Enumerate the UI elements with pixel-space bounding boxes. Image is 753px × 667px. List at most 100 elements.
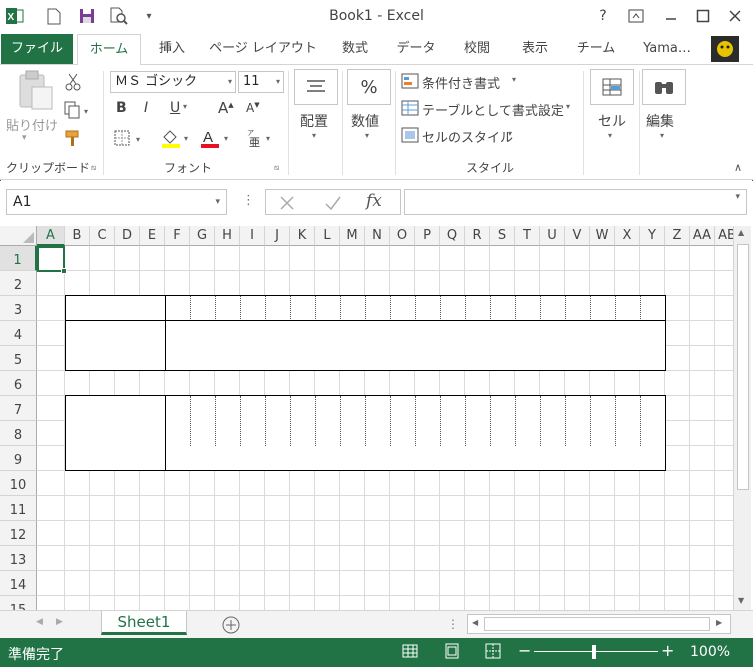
minimize-button[interactable] [660, 6, 682, 26]
column-header-m[interactable]: M [340, 226, 365, 246]
horizontal-scrollbar[interactable]: ◀ ▶ [467, 614, 731, 634]
column-header-s[interactable]: S [490, 226, 515, 246]
column-header-j[interactable]: J [265, 226, 290, 246]
cells-icon[interactable] [590, 69, 634, 105]
fill-color-icon[interactable]: ▾ [160, 127, 192, 152]
enter-icon[interactable] [324, 194, 342, 215]
user-name[interactable]: Yama… [632, 34, 702, 64]
decrease-font-icon[interactable]: A▼ [246, 101, 260, 115]
editing-button[interactable]: 編集 [646, 111, 674, 131]
alignment-dropdown-icon[interactable]: ▾ [312, 131, 316, 140]
tab-home[interactable]: ホーム [77, 34, 141, 65]
font-launcher-icon[interactable]: ⧅ [274, 163, 279, 173]
cell-styles-dropdown-icon[interactable]: ▾ [508, 129, 512, 138]
column-header-n[interactable]: N [365, 226, 390, 246]
binoculars-icon[interactable] [642, 69, 686, 105]
editing-dropdown-icon[interactable]: ▾ [660, 131, 664, 140]
row-header-2[interactable]: 2 [0, 271, 37, 296]
horizontal-scroll-thumb[interactable] [484, 617, 710, 631]
cells-button[interactable]: セル [598, 111, 626, 131]
tab-view[interactable]: 表示 [510, 34, 560, 64]
collapse-ribbon-icon[interactable]: ∧ [734, 161, 742, 174]
scroll-left-icon[interactable]: ◀ [472, 618, 478, 627]
copy-icon[interactable]: ▾ [64, 101, 94, 122]
column-header-e[interactable]: E [140, 226, 165, 246]
row-header-5[interactable]: 5 [0, 346, 37, 371]
row-header-11[interactable]: 11 [0, 496, 37, 521]
phonetic-guide-icon[interactable]: ア亜 ▾ [246, 127, 278, 152]
select-all-button[interactable] [0, 226, 37, 246]
number-dropdown-icon[interactable]: ▾ [365, 131, 369, 140]
cell-styles-icon[interactable] [401, 127, 419, 146]
column-header-o[interactable]: O [390, 226, 415, 246]
column-header-i[interactable]: I [240, 226, 265, 246]
conditional-format-button[interactable]: 条件付き書式 [422, 73, 500, 92]
column-header-w[interactable]: W [590, 226, 615, 246]
name-box[interactable]: A1 ▾ [6, 189, 227, 215]
column-header-c[interactable]: C [90, 226, 115, 246]
formula-input[interactable]: ▾ [404, 189, 747, 215]
scroll-right-icon[interactable]: ▶ [716, 618, 722, 627]
font-name-select[interactable]: ＭＳ ゴシック ▾ [110, 71, 236, 93]
increase-font-icon[interactable]: A▲ [218, 99, 234, 117]
zoom-slider-thumb[interactable] [592, 645, 596, 659]
more-icon[interactable]: ⋮ [242, 193, 255, 208]
column-header-h[interactable]: H [215, 226, 240, 246]
cut-icon[interactable] [64, 73, 82, 94]
ribbon-display-button[interactable] [625, 6, 647, 26]
row-header-8[interactable]: 8 [0, 421, 37, 446]
close-button[interactable] [724, 6, 746, 26]
row-header-3[interactable]: 3 [0, 296, 37, 321]
row-header-14[interactable]: 14 [0, 571, 37, 596]
format-as-table-button[interactable]: テーブルとして書式設定 [422, 100, 564, 119]
insert-function-button[interactable]: fx [366, 191, 382, 211]
row-header-4[interactable]: 4 [0, 321, 37, 346]
conditional-format-icon[interactable] [401, 73, 419, 92]
maximize-button[interactable] [692, 6, 714, 26]
tab-team[interactable]: チーム [568, 34, 624, 64]
zoom-level[interactable]: 100% [690, 644, 730, 660]
column-header-u[interactable]: U [540, 226, 565, 246]
column-header-r[interactable]: R [465, 226, 490, 246]
row-header-7[interactable]: 7 [0, 396, 37, 421]
zoom-in-icon[interactable]: + [661, 641, 674, 660]
italic-button[interactable]: I [144, 100, 148, 116]
tab-insert[interactable]: 挿入 [147, 34, 197, 64]
prev-sheet-icon[interactable]: ◀ [36, 617, 43, 627]
tab-file[interactable]: ファイル [1, 34, 73, 64]
page-layout-view-icon[interactable] [444, 643, 460, 663]
tab-formulas[interactable]: 数式 [330, 34, 380, 64]
row-header-10[interactable]: 10 [0, 471, 37, 496]
row-header-13[interactable]: 13 [0, 546, 37, 571]
row-header-9[interactable]: 9 [0, 446, 37, 471]
column-header-y[interactable]: Y [640, 226, 665, 246]
more-icon[interactable]: ⋮ [447, 617, 459, 631]
row-header-15[interactable]: 15 [0, 596, 37, 610]
font-color-icon[interactable]: A ▾ [200, 127, 232, 152]
format-painter-icon[interactable] [64, 129, 82, 150]
alignment-button[interactable]: 配置 [300, 111, 328, 131]
bold-button[interactable]: B [116, 100, 127, 116]
normal-view-icon[interactable] [402, 643, 418, 663]
clipboard-launcher-icon[interactable]: ⧅ [91, 163, 96, 173]
column-header-g[interactable]: G [190, 226, 215, 246]
row-header-6[interactable]: 6 [0, 371, 37, 396]
fill-handle[interactable] [61, 268, 67, 274]
column-header-a[interactable]: A [37, 226, 65, 246]
table-dropdown-icon[interactable]: ▾ [566, 102, 570, 111]
zoom-out-icon[interactable]: − [518, 641, 531, 660]
column-header-k[interactable]: K [290, 226, 315, 246]
worksheet-grid[interactable]: A B C D E F G H I J K L M N O P Q R S T U V W X Y Z AA AB 123456789… [0, 226, 753, 610]
column-header-z[interactable]: Z [665, 226, 690, 246]
vertical-scrollbar[interactable]: ▲ ▼ [733, 226, 751, 610]
cells-dropdown-icon[interactable]: ▾ [608, 131, 612, 140]
zoom-slider[interactable] [534, 651, 658, 652]
tab-review[interactable]: 校閲 [452, 34, 502, 64]
column-header-q[interactable]: Q [440, 226, 465, 246]
column-header-l[interactable]: L [315, 226, 340, 246]
column-header-v[interactable]: V [565, 226, 590, 246]
column-header-aa[interactable]: AA [690, 226, 715, 246]
tab-data[interactable]: データ [388, 34, 444, 64]
alignment-icon[interactable] [294, 69, 338, 105]
number-format-button[interactable]: 数値 [351, 111, 379, 131]
